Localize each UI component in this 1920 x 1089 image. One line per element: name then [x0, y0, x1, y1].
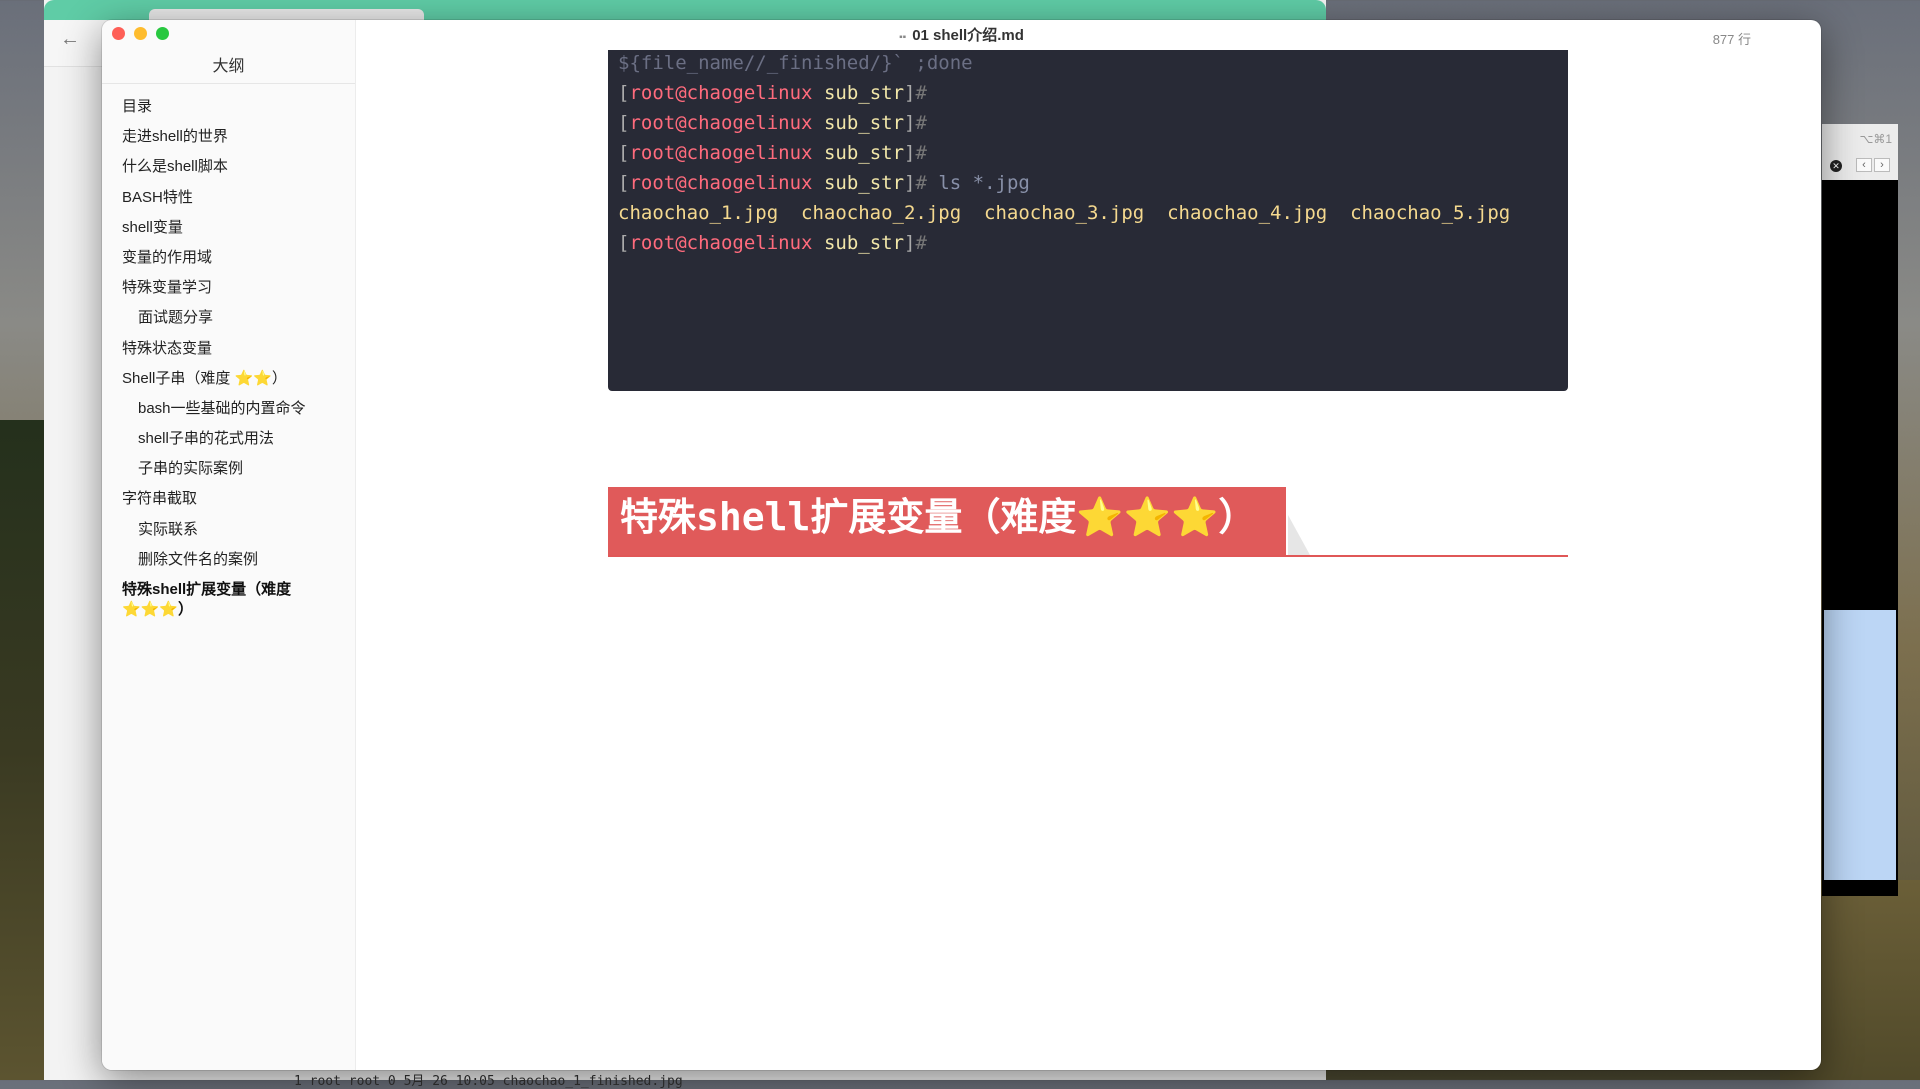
- next-icon[interactable]: ›: [1874, 158, 1890, 172]
- outline-item[interactable]: 面试题分享: [122, 303, 347, 333]
- outline-item[interactable]: 特殊状态变量: [122, 334, 347, 364]
- prompt-dir: sub_str: [823, 172, 905, 194]
- nav-arrows[interactable]: ‹ ›: [1856, 158, 1892, 172]
- window-title: ▪▪ 01 shell介绍.md: [102, 24, 1821, 45]
- divider: [102, 83, 355, 84]
- close-icon[interactable]: ✕: [1830, 160, 1842, 172]
- outline-item[interactable]: 实际联系: [122, 515, 347, 545]
- outline-item[interactable]: Shell子串（难度 ⭐⭐）: [122, 364, 347, 394]
- prompt-user: root@chaogelinux: [629, 82, 813, 104]
- command-text: ls *.jpg: [938, 172, 1030, 194]
- outline-item[interactable]: 特殊变量学习: [122, 273, 347, 303]
- code-line-prompt: [root@chaogelinux sub_str]#: [618, 82, 927, 104]
- shortcut-label: ⌥⌘1: [1859, 132, 1892, 146]
- outline-list: 目录 走进shell的世界 什么是shell脚本 BASH特性 shell变量 变量的作用…: [122, 92, 347, 620]
- side-window-toolbar: ⌥⌘1 ✕ ‹ ›: [1822, 124, 1898, 180]
- heading-text-prefix: 特殊: [620, 497, 697, 539]
- prompt-user: root@chaogelinux: [629, 112, 813, 134]
- outline-sidebar: 大纲 目录 走进shell的世界 什么是shell脚本 BASH特性 shell变量 变量…: [102, 20, 356, 1070]
- outline-item[interactable]: 子串的实际案例: [122, 454, 347, 484]
- outline-item[interactable]: 什么是shell脚本: [122, 152, 347, 182]
- code-line-prompt: [root@chaogelinux sub_str]#: [618, 112, 927, 134]
- prev-icon[interactable]: ‹: [1856, 158, 1872, 172]
- side-window: ⌥⌘1 ✕ ‹ ›: [1822, 124, 1898, 896]
- back-arrow-icon[interactable]: ←: [60, 28, 80, 51]
- outline-item[interactable]: 删除文件名的案例: [122, 545, 347, 575]
- code-line-output: chaochao_1.jpg chaochao_2.jpg chaochao_3…: [618, 202, 1511, 224]
- outline-heading: 大纲: [212, 58, 245, 75]
- section-heading-label[interactable]: 特殊shell扩展变量（难度⭐⭐⭐）: [608, 487, 1287, 555]
- prompt-dir: sub_str: [823, 112, 905, 134]
- prompt-user: root@chaogelinux: [629, 142, 813, 164]
- side-window-selection: [1824, 610, 1896, 880]
- outline-item[interactable]: shell子串的花式用法: [122, 424, 347, 454]
- window-title-text: 01 shell介绍.md: [912, 27, 1024, 44]
- section-heading: 特殊shell扩展变量（难度⭐⭐⭐）: [608, 487, 1568, 557]
- document-icon: ▪▪: [899, 32, 907, 43]
- outline-item[interactable]: 特殊shell扩展变量（难度⭐⭐⭐）: [122, 575, 347, 620]
- prompt-dir: sub_str: [823, 142, 905, 164]
- outline-item[interactable]: 变量的作用域: [122, 243, 347, 273]
- code-line-prompt: [root@chaogelinux sub_str]#: [618, 232, 927, 254]
- outline-item[interactable]: 目录: [122, 92, 347, 122]
- prompt-user: root@chaogelinux: [629, 232, 813, 254]
- outline-item[interactable]: shell变量: [122, 213, 347, 243]
- code-line-comment: ${file_name//_finished/}` ;done: [618, 52, 973, 74]
- typora-window: 大纲 目录 走进shell的世界 什么是shell脚本 BASH特性 shell变量 变量…: [102, 20, 1821, 1070]
- heading-text-mono: shell: [696, 495, 811, 539]
- outline-item[interactable]: bash一些基础的内置命令: [122, 394, 347, 424]
- outline-item[interactable]: BASH特性: [122, 183, 347, 213]
- outline-item[interactable]: 走进shell的世界: [122, 122, 347, 152]
- prompt-user: root@chaogelinux: [629, 172, 813, 194]
- heading-fold-decoration: [1288, 515, 1310, 555]
- code-line-command: [root@chaogelinux sub_str]# ls *.jpg: [618, 172, 1030, 194]
- line-count: 877 行: [1712, 32, 1751, 47]
- prompt-dir: sub_str: [823, 82, 905, 104]
- code-block[interactable]: ${file_name//_finished/}` ;done [root@ch…: [608, 50, 1568, 391]
- heading-text-suffix: 扩展变量（难度⭐⭐⭐）: [810, 497, 1257, 539]
- prompt-dir: sub_str: [823, 232, 905, 254]
- outline-item[interactable]: 字符串截取: [122, 484, 347, 514]
- code-line-prompt: [root@chaogelinux sub_str]#: [618, 142, 927, 164]
